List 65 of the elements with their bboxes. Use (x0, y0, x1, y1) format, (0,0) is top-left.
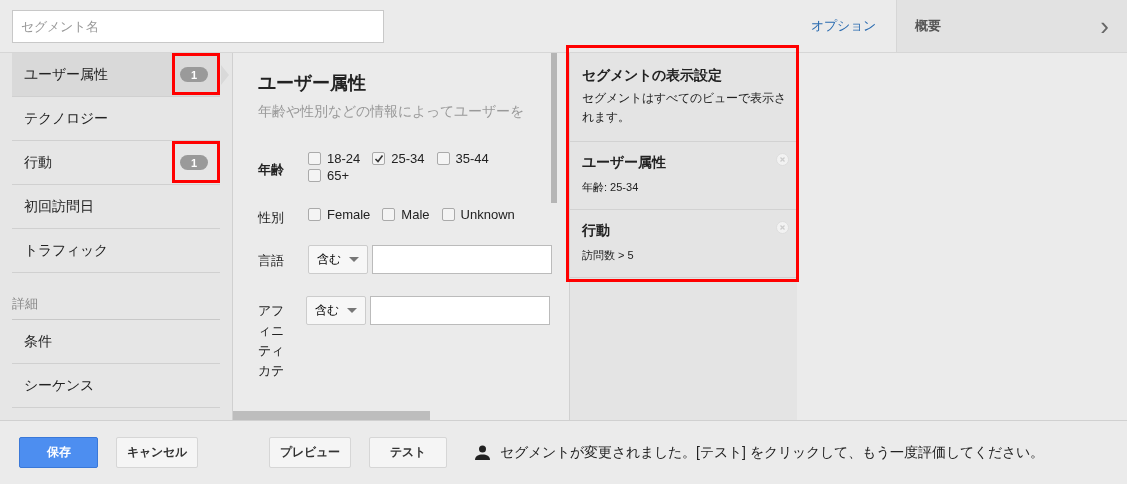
checkbox[interactable] (372, 152, 386, 165)
value-field[interactable] (372, 245, 552, 274)
remove-icon[interactable] (776, 153, 789, 167)
checkbox-label: Female (327, 207, 371, 222)
checkbox[interactable] (308, 208, 321, 221)
checkbox-label: 65+ (327, 168, 350, 183)
vertical-scrollbar[interactable] (551, 53, 557, 203)
segment-name-field[interactable]: セグメント名 (12, 9, 384, 43)
checkbox-label: 35-44 (455, 151, 489, 166)
checkbox-label: 18-24 (327, 151, 361, 166)
summary-tab-label: 概要 (915, 17, 941, 35)
value-field[interactable] (370, 296, 550, 325)
condition-detail: 訪問数 > 5 (582, 248, 635, 264)
expand-icon[interactable]: › (1100, 13, 1109, 39)
person-icon (475, 445, 490, 460)
dropdown-value: 含む (317, 251, 341, 268)
sidebar-item[interactable]: 行動 1 (12, 141, 220, 185)
operator-dropdown[interactable]: 含む (308, 245, 368, 274)
checkbox[interactable] (436, 152, 450, 165)
caret-icon (349, 257, 359, 262)
sidebar-item[interactable]: テクノロジー (12, 97, 220, 141)
condition-title: 行動 (582, 222, 610, 241)
options-link[interactable]: オプション (811, 17, 876, 35)
remove-icon[interactable] (776, 221, 789, 235)
sidebar-item-label: ユーザー属性 (24, 65, 108, 84)
sidebar-item-label: シーケンス (24, 376, 94, 395)
field-label: アフィニティカテ (258, 302, 284, 377)
condition-title: ユーザー属性 (582, 154, 666, 173)
horizontal-scrollbar[interactable] (233, 411, 430, 420)
checkbox[interactable] (441, 208, 455, 221)
summary-note: セグメントはすべてのビューで表示されます。 (582, 90, 787, 127)
status-message: セグメントが変更されました。[テスト] をクリックして、もう一度評価してください。 (500, 443, 1044, 462)
sidebar-item[interactable]: シーケンス (12, 364, 220, 408)
checkbox-label: Unknown (460, 207, 515, 222)
sidebar-item-label: 行動 (24, 153, 52, 172)
sidebar-item-label: 条件 (24, 332, 52, 351)
field-label: 言語 (258, 252, 285, 270)
checkbox-label: Male (401, 207, 430, 222)
summary-tab[interactable]: 概要 › (897, 0, 1127, 52)
sidebar-item[interactable]: 条件 (12, 320, 220, 364)
sidebar-item[interactable]: 初回訪問日 (12, 185, 220, 229)
sidebar-item-label: テクノロジー (24, 109, 108, 128)
sidebar-item-label: トラフィック (24, 241, 108, 260)
footer-button[interactable]: テスト (369, 437, 447, 468)
footer-button[interactable]: プレビュー (269, 437, 351, 468)
checkbox[interactable] (382, 208, 396, 221)
dropdown-value: 含む (315, 302, 339, 319)
field-label: 年齢 (258, 161, 285, 179)
count-badge: 1 (180, 155, 208, 170)
operator-dropdown[interactable]: 含む (306, 296, 366, 325)
checkbox[interactable] (308, 169, 321, 182)
caret-icon (347, 308, 357, 313)
section-title: ユーザー属性 (258, 72, 367, 95)
checkbox-label: 25-34 (391, 151, 425, 166)
sidebar-item[interactable]: ユーザー属性 1 (12, 53, 220, 97)
section-heading: 詳細 (12, 295, 220, 320)
footer-button[interactable]: キャンセル (116, 437, 198, 468)
section-description: 年齢や性別などの情報によってユーザーを (258, 103, 525, 121)
field-label: 性別 (258, 209, 285, 227)
sidebar-item[interactable]: トラフィック (12, 229, 220, 273)
sidebar-item-label: 初回訪問日 (24, 197, 94, 216)
summary-title: セグメントの表示設定 (582, 67, 722, 85)
count-badge: 1 (180, 67, 208, 82)
condition-detail: 年齢: 25-34 (582, 180, 640, 196)
checkbox[interactable] (308, 152, 321, 165)
